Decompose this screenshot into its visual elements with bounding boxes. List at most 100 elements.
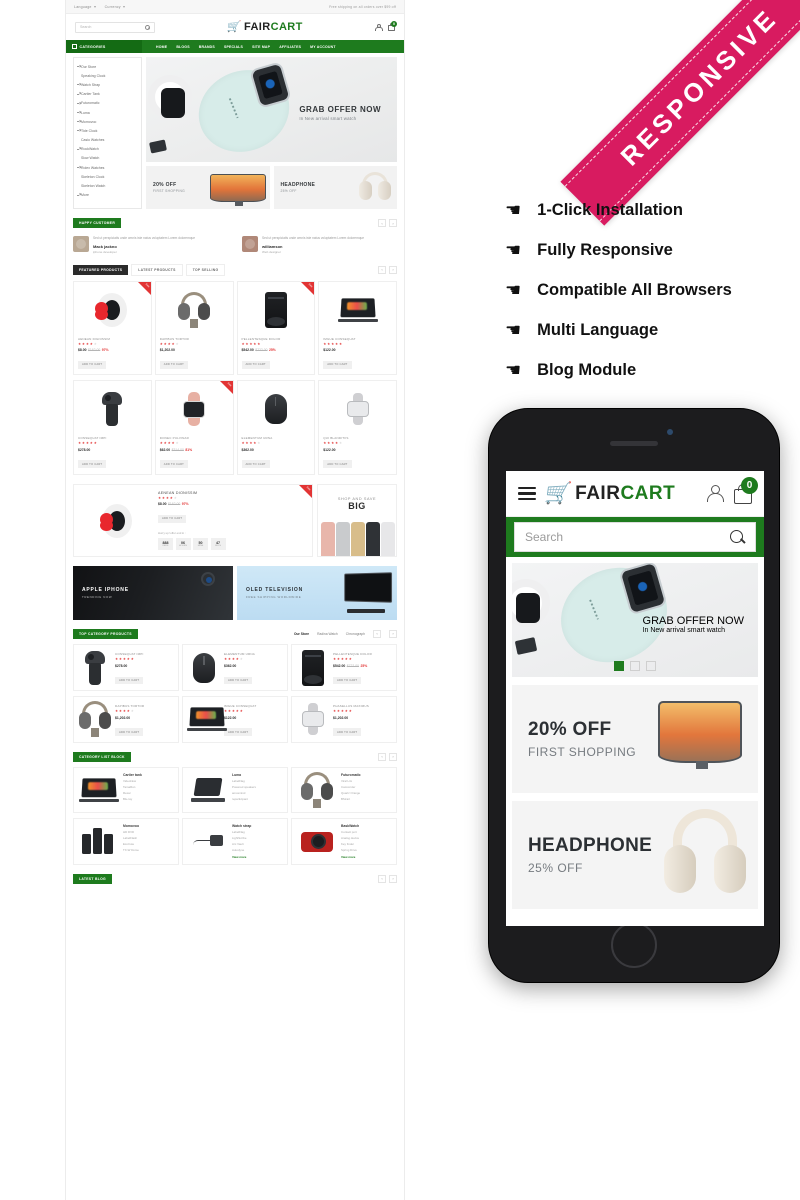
category-card[interactable]: BaskWatch Contact port Analog device Key fi…	[291, 817, 397, 865]
mobile-search-input[interactable]: Search	[514, 522, 756, 552]
search-input[interactable]: Search	[75, 21, 155, 33]
language-selector[interactable]: Language	[74, 5, 96, 9]
category-link[interactable]: Spring Drive	[341, 848, 359, 852]
cart-icon[interactable]: 0	[387, 21, 397, 31]
slider-dot-active[interactable]	[614, 661, 624, 671]
add-to-cart-button[interactable]: ADD TO CART	[115, 728, 144, 736]
banner-headphone[interactable]: HEADPHONE 25% OFF	[273, 166, 397, 209]
hero-slider[interactable]: GRAB OFFER NOW In New arrival smart watc…	[146, 57, 397, 162]
add-to-cart-button[interactable]: ADD TO CART	[158, 515, 187, 523]
category-link[interactable]: VideoNow	[123, 779, 142, 783]
product-card[interactable]: Sale PELLENTESQUE DOLOR ★ ★ ★ ★ ★ $542.00 $722.0…	[236, 280, 316, 376]
add-to-cart-button[interactable]: ADD TO CART	[241, 460, 270, 469]
banner-discount[interactable]: 20% OFF FIRST SHOPPING	[146, 166, 270, 209]
promo-banner-television[interactable]: OLED TELEVISION FREE SHIPPING WORLDWIDE	[237, 566, 397, 621]
next-arrow-icon[interactable]: ›	[389, 265, 397, 274]
next-arrow-icon[interactable]: ›	[389, 219, 397, 227]
category-link[interactable]: TX-W Dome	[123, 848, 139, 852]
prev-arrow-icon[interactable]: ‹	[378, 219, 386, 227]
add-to-cart-button[interactable]: ADD TO CART	[159, 460, 189, 469]
tab-our-store[interactable]: Our Store	[294, 632, 309, 636]
product-card[interactable]: ELEMENTUM URNA ★ ★ ★ ★ ★ $362.00 ADD TO CART	[236, 380, 316, 475]
category-link[interactable]: Arc Vault	[232, 842, 251, 846]
tab-chronograph[interactable]: Chronograph	[346, 632, 365, 636]
nav-item[interactable]: HOME	[156, 45, 167, 49]
nav-item[interactable]: MY ACCOUNT	[310, 45, 336, 49]
category-card[interactable]: Luma LabelFlag Powered speakers amosmind rep…	[182, 766, 288, 813]
account-icon[interactable]	[375, 23, 383, 31]
product-card[interactable]: IMGUE CONSEQUAT ★ ★ ★ ★ ★ $122.00 ADD TO CART	[318, 280, 397, 376]
category-card[interactable]: Watch strap LabelFlag LightScribe Arc Vault…	[182, 817, 288, 865]
product-card[interactable]: ELEMENTUM URNA ★ ★ ★ ★ ★ $362.00 ADD TO CART	[182, 644, 288, 691]
add-to-cart-button[interactable]: ADD TO CART	[323, 460, 352, 469]
search-icon[interactable]	[730, 529, 745, 545]
mobile-banner-discount[interactable]: 20% OFF FIRST SHOPPING	[512, 685, 758, 793]
product-card[interactable]: IMGUE CONSEQUAT ★ ★ ★ ★ ★ $122.00 ADD TO CART	[182, 696, 288, 743]
add-to-cart-button[interactable]: ADD TO CART	[224, 676, 253, 685]
cart-icon[interactable]: 0	[734, 476, 758, 504]
product-card[interactable]: CONSEQUAT IMPI ★ ★ ★ ★ ★ $278.00 ADD TO CART	[73, 644, 179, 691]
slider-dots[interactable]	[614, 661, 656, 671]
add-to-cart-button[interactable]: ADD TO CART	[78, 460, 107, 469]
product-card[interactable]: CONSEQUAT IMPI ★ ★ ★ ★ ★ $278.00 ADD TO CART	[73, 380, 152, 475]
category-link[interactable]: LabelFlash	[123, 836, 139, 840]
product-card[interactable]: DAPIBUS TORTOR ★ ★ ★ ★ ★ $1,202.00 ADD TO CART	[154, 280, 234, 376]
prev-arrow-icon[interactable]: ‹	[378, 752, 386, 761]
category-link[interactable]: Rexar	[123, 791, 142, 795]
category-link[interactable]: EcoCute	[123, 842, 139, 846]
tab-featured-products[interactable]: FEATURED PRODUCTS	[73, 264, 129, 275]
add-to-cart-button[interactable]: ADD TO CART	[241, 360, 270, 369]
category-link[interactable]: Blu-ray	[123, 797, 142, 801]
add-to-cart-button[interactable]: ADD TO CART	[224, 728, 253, 736]
tab-top-selling[interactable]: TOP SELLING	[185, 263, 226, 276]
add-to-cart-button[interactable]: ADD TO CART	[333, 676, 362, 685]
view-more-link[interactable]: View more	[341, 855, 359, 859]
account-icon[interactable]	[707, 485, 724, 502]
category-card[interactable]: Futuromatic Viral Litx Camcorder Quartz Ora…	[291, 766, 397, 813]
category-link[interactable]: HD DVD	[123, 830, 139, 834]
product-card[interactable]: PHASELLUS MAXIMUS ★ ★ ★ ★ ★ $1,202.00 ADD TO CA…	[291, 696, 397, 743]
slider-dot[interactable]	[630, 661, 640, 671]
category-link[interactable]: TamaRun	[123, 785, 142, 789]
mobile-banner-headphone[interactable]: HEADPHONE 25% OFF	[512, 801, 758, 909]
product-card[interactable]: PELLENTESQUE DOLOR ★ ★ ★ ★ ★ $542.00 $722.00 25%…	[291, 644, 397, 691]
sidebar-item[interactable]: Rolex Watches	[74, 163, 141, 172]
category-link[interactable]: Camcorder	[341, 785, 361, 789]
product-card[interactable]: Sale DONEC PULVINAR ★ ★ ★ ★ ★ $62.00 $314.00 81% A…	[154, 380, 234, 475]
category-link[interactable]: BStrart	[341, 797, 361, 801]
promo-banner-iphone[interactable]: APPLE IPHONE TRENDING NOW	[73, 566, 233, 621]
next-arrow-icon[interactable]: ›	[389, 752, 397, 761]
mobile-hero-slider[interactable]: GRAB OFFER NOW In New arrival smart watc…	[512, 563, 758, 677]
next-arrow-icon[interactable]: ›	[389, 630, 397, 639]
sidebar-item[interactable]: Tide Clock	[74, 126, 141, 135]
category-link[interactable]: LabelFlag	[232, 779, 256, 783]
category-link[interactable]: Analog device	[341, 836, 359, 840]
category-link[interactable]: Autodyne	[232, 848, 251, 852]
product-card[interactable]: DAPIBUS TORTOR ★ ★ ★ ★ ★ $1,202.00 ADD TO CART	[73, 696, 179, 743]
add-to-cart-button[interactable]: ADD TO CART	[159, 360, 189, 369]
add-to-cart-button[interactable]: ADD TO CART	[78, 360, 107, 369]
mobile-menu-icon[interactable]	[518, 486, 536, 501]
category-card[interactable]: Momovoo HD DVD LabelFlash EcoCute TX-W Dome	[73, 817, 179, 865]
sidebar-item[interactable]: Luma	[74, 108, 141, 117]
sidebar-item[interactable]: Slow Watch	[74, 154, 141, 163]
sidebar-item[interactable]: Skeleton Clock	[74, 172, 141, 181]
add-to-cart-button[interactable]: ADD TO CART	[115, 676, 144, 685]
add-to-cart-button[interactable]: ADD TO CART	[333, 728, 362, 736]
prev-arrow-icon[interactable]: ‹	[373, 630, 381, 639]
site-logo[interactable]: 🛒 FAIRCART	[226, 21, 303, 34]
nav-item[interactable]: AFFILIATES	[279, 45, 301, 49]
category-link[interactable]: LightScribe	[232, 836, 251, 840]
mobile-logo[interactable]: 🛒 FAIRCART	[543, 482, 675, 505]
category-link[interactable]: Contact port	[341, 830, 359, 834]
sidebar-item[interactable]: Momovoo	[74, 117, 141, 126]
sidebar-item[interactable]: More	[74, 191, 141, 200]
tab-latest-products[interactable]: LATEST PRODUCTS	[131, 263, 183, 276]
sidebar-item[interactable]: Skeleton Watch	[74, 181, 141, 190]
search-icon[interactable]	[145, 24, 151, 30]
product-card[interactable]: QUI BLANDITIIS ★ ★ ★ ★ ★ $122.00 ADD TO CART	[318, 380, 397, 475]
sidebar-item[interactable]: Futuromatic	[74, 99, 141, 108]
sidebar-item[interactable]: Casio Watches	[74, 136, 141, 145]
category-card[interactable]: Cartier tank VideoNow TamaRun Rexar Blu-ray	[73, 766, 179, 813]
add-to-cart-button[interactable]: ADD TO CART	[323, 360, 352, 369]
